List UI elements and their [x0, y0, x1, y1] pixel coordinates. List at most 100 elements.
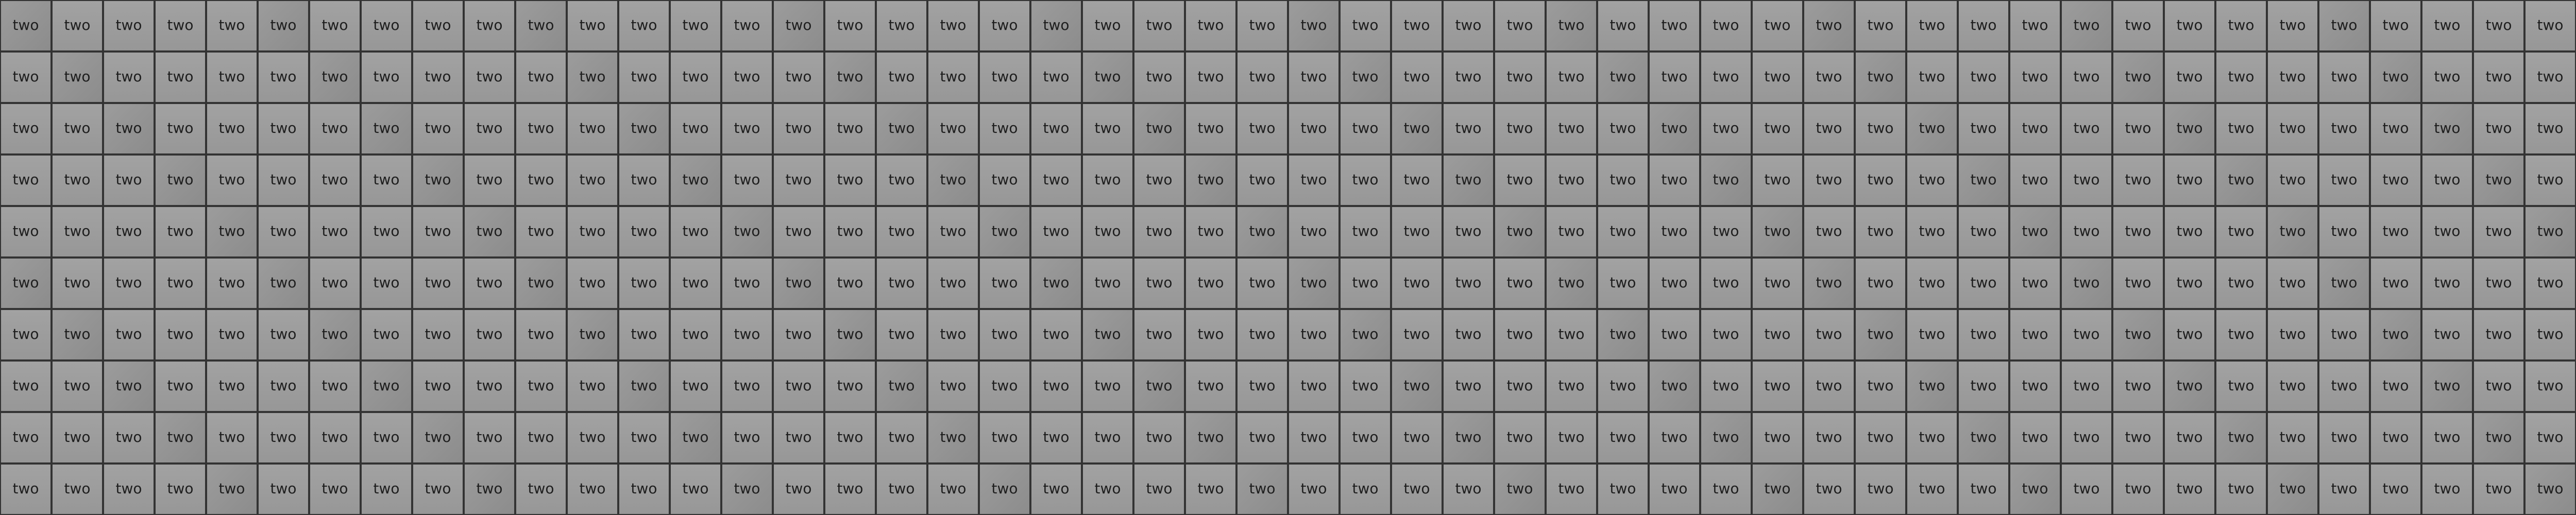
tile[interactable]: two — [2215, 154, 2267, 206]
tile[interactable]: two — [1133, 206, 1185, 258]
tile[interactable]: two — [567, 154, 618, 206]
tile[interactable]: two — [670, 206, 721, 258]
tile[interactable]: two — [618, 206, 670, 258]
tile[interactable]: two — [1855, 0, 1906, 52]
tile[interactable]: two — [1494, 464, 1546, 515]
tile[interactable]: two — [1288, 154, 1340, 206]
tile[interactable]: two — [1803, 360, 1855, 412]
tile[interactable]: two — [567, 360, 618, 412]
tile[interactable]: two — [155, 103, 206, 154]
tile[interactable]: two — [2061, 309, 2112, 360]
tile[interactable]: two — [1494, 206, 1546, 258]
tile[interactable]: two — [1597, 154, 1649, 206]
tile[interactable]: two — [773, 412, 824, 464]
tile[interactable]: two — [2112, 103, 2164, 154]
tile[interactable]: two — [206, 52, 258, 103]
tile[interactable]: two — [1906, 258, 1958, 309]
tile[interactable]: two — [1236, 258, 1288, 309]
tile[interactable]: two — [721, 103, 773, 154]
tile[interactable]: two — [361, 258, 412, 309]
tile[interactable]: two — [2164, 258, 2215, 309]
tile[interactable]: two — [979, 103, 1030, 154]
tile[interactable]: two — [361, 103, 412, 154]
tile[interactable]: two — [1546, 258, 1597, 309]
tile[interactable]: two — [1649, 0, 1700, 52]
tile[interactable]: two — [309, 412, 361, 464]
tile[interactable]: two — [2318, 52, 2370, 103]
tile[interactable]: two — [1958, 309, 2009, 360]
tile[interactable]: two — [1288, 206, 1340, 258]
tile[interactable]: two — [1082, 412, 1133, 464]
tile[interactable]: two — [1443, 258, 1494, 309]
tile[interactable]: two — [979, 154, 1030, 206]
tile[interactable]: two — [1752, 309, 1803, 360]
tile[interactable]: two — [2112, 412, 2164, 464]
tile[interactable]: two — [2267, 464, 2318, 515]
tile[interactable]: two — [1340, 154, 1391, 206]
tile[interactable]: two — [464, 154, 515, 206]
tile[interactable]: two — [824, 360, 876, 412]
tile[interactable]: two — [206, 0, 258, 52]
tile[interactable]: two — [1340, 52, 1391, 103]
tile[interactable]: two — [1030, 206, 1082, 258]
tile[interactable]: two — [2164, 206, 2215, 258]
tile[interactable]: two — [1597, 258, 1649, 309]
tile[interactable]: two — [2318, 0, 2370, 52]
tile[interactable]: two — [1906, 412, 1958, 464]
tile[interactable]: two — [52, 464, 103, 515]
tile[interactable]: two — [1340, 258, 1391, 309]
tile[interactable]: two — [2061, 464, 2112, 515]
tile[interactable]: two — [2164, 52, 2215, 103]
tile[interactable]: two — [103, 206, 155, 258]
tile[interactable]: two — [515, 206, 567, 258]
tile[interactable]: two — [2267, 412, 2318, 464]
tile[interactable]: two — [1030, 154, 1082, 206]
tile[interactable]: two — [1906, 103, 1958, 154]
tile[interactable]: two — [1133, 103, 1185, 154]
tile[interactable]: two — [1236, 52, 1288, 103]
tile[interactable]: two — [1391, 0, 1443, 52]
tile[interactable]: two — [1649, 412, 1700, 464]
tile[interactable]: two — [412, 360, 464, 412]
tile[interactable]: two — [824, 0, 876, 52]
tile[interactable]: two — [2524, 206, 2576, 258]
tile[interactable]: two — [1546, 154, 1597, 206]
tile[interactable]: two — [2215, 103, 2267, 154]
tile[interactable]: two — [361, 206, 412, 258]
tile[interactable]: two — [412, 103, 464, 154]
tile[interactable]: two — [1236, 309, 1288, 360]
tile[interactable]: two — [2061, 206, 2112, 258]
tile[interactable]: two — [1958, 52, 2009, 103]
tile[interactable]: two — [103, 258, 155, 309]
tile[interactable]: two — [309, 464, 361, 515]
tile[interactable]: two — [2061, 154, 2112, 206]
tile[interactable]: two — [1494, 360, 1546, 412]
tile[interactable]: two — [309, 0, 361, 52]
tile[interactable]: two — [412, 206, 464, 258]
tile[interactable]: two — [567, 103, 618, 154]
tile[interactable]: two — [2473, 0, 2524, 52]
tile[interactable]: two — [1391, 154, 1443, 206]
tile[interactable]: two — [721, 360, 773, 412]
tile[interactable]: two — [1546, 464, 1597, 515]
tile[interactable]: two — [258, 309, 309, 360]
tile[interactable]: two — [1906, 360, 1958, 412]
tile[interactable]: two — [1340, 360, 1391, 412]
tile[interactable]: two — [1597, 464, 1649, 515]
tile[interactable]: two — [927, 360, 979, 412]
tile[interactable]: two — [1958, 360, 2009, 412]
tile[interactable]: two — [2370, 52, 2421, 103]
tile[interactable]: two — [361, 309, 412, 360]
tile[interactable]: two — [103, 154, 155, 206]
tile[interactable]: two — [2112, 360, 2164, 412]
tile[interactable]: two — [1288, 258, 1340, 309]
tile[interactable]: two — [2215, 52, 2267, 103]
tile[interactable]: two — [1546, 206, 1597, 258]
tile[interactable]: two — [0, 464, 52, 515]
tile[interactable]: two — [1752, 360, 1803, 412]
tile[interactable]: two — [1391, 309, 1443, 360]
tile[interactable]: two — [2009, 464, 2061, 515]
tile[interactable]: two — [2421, 258, 2473, 309]
tile[interactable]: two — [206, 154, 258, 206]
tile[interactable]: two — [1082, 0, 1133, 52]
